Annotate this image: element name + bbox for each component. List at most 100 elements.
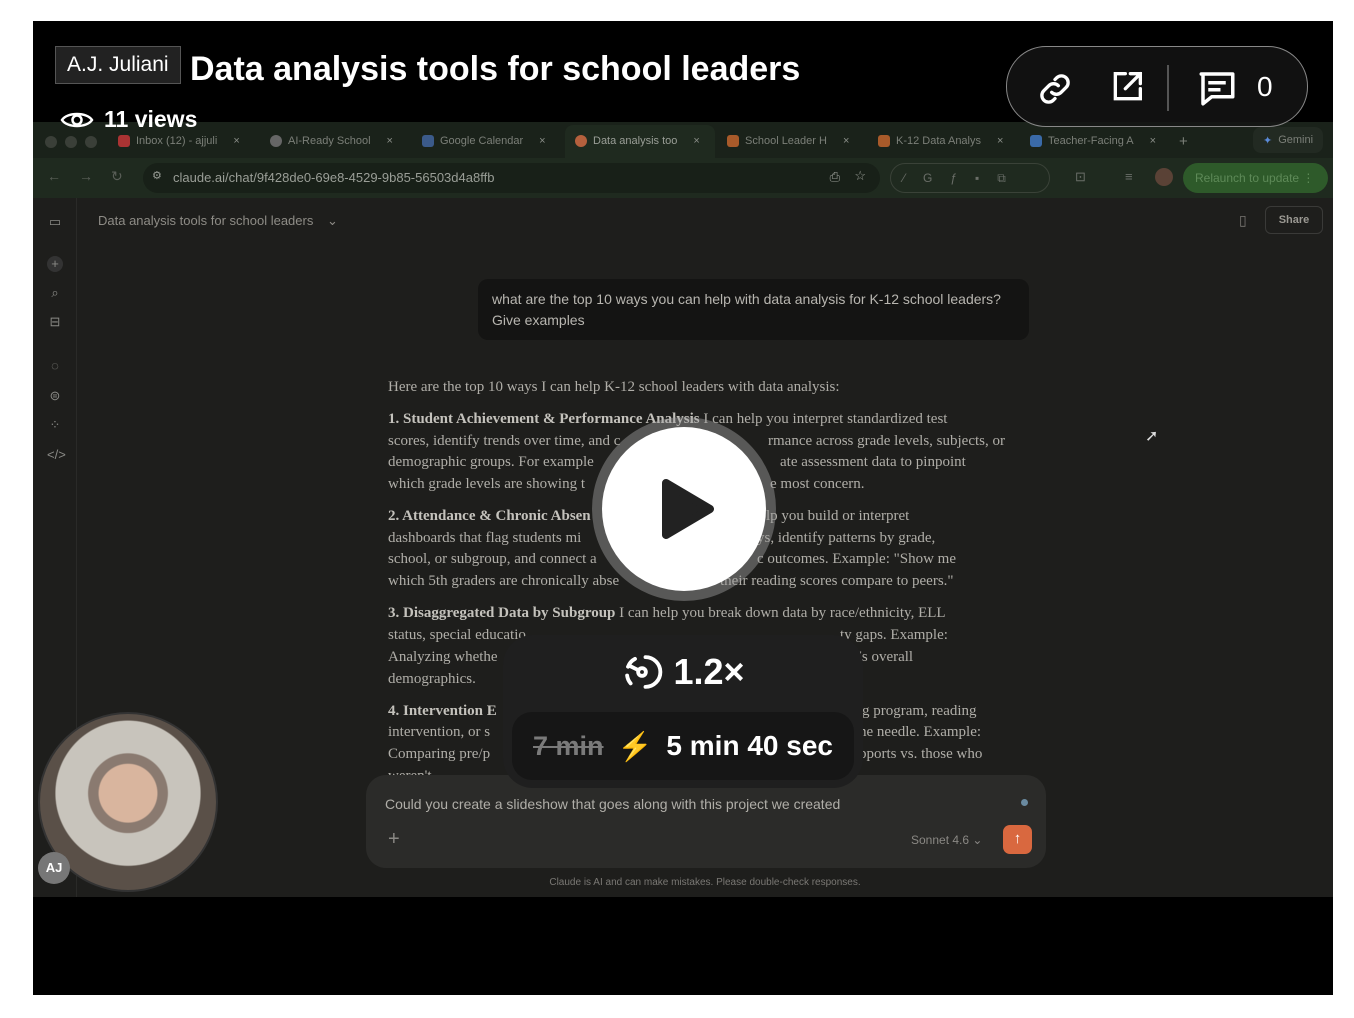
close-tab-icon[interactable]: ×	[387, 135, 393, 147]
response-text: I can help you interpret standardized te…	[699, 411, 948, 427]
response-line: 3. Disaggregated Data by Subgroup I can …	[388, 605, 946, 622]
message-input[interactable]: Could you create a slideshow that goes a…	[366, 775, 1046, 868]
response-text: pports vs. those who	[859, 746, 983, 762]
reading-mode-icon[interactable]: ⊡	[1075, 169, 1086, 185]
close-tab-icon[interactable]: ×	[1150, 135, 1156, 147]
reload-icon[interactable]: ↻	[111, 168, 123, 185]
relaunch-button[interactable]: Relaunch to update ⋮	[1183, 163, 1328, 193]
views-label: 11 views	[104, 106, 198, 132]
close-tab-icon[interactable]: ×	[693, 135, 699, 147]
response-line: Comparing pre/p	[388, 746, 490, 763]
response-text: ys, identify patterns by grade,	[757, 530, 936, 546]
user-avatar: AJ	[38, 852, 70, 884]
response-line: scores, identify trends over time, and c	[388, 433, 620, 450]
new-chat-icon[interactable]: +	[47, 256, 63, 272]
profile-avatar[interactable]	[1155, 168, 1173, 186]
tab-label: Google Calendar	[440, 135, 524, 147]
speed-row: 1.2×	[503, 651, 863, 693]
claude-icon	[575, 135, 587, 147]
sidebar-toggle-icon[interactable]: ▭	[47, 214, 63, 230]
response-text: scores, identify trends over time, and c	[388, 433, 621, 449]
video-actions: 0	[1006, 46, 1308, 127]
response-text: ate assessment data to pinpoint	[780, 454, 966, 470]
close-tab-icon[interactable]: ×	[843, 135, 849, 147]
response-line: 2. Attendance & Chronic Absen	[388, 508, 591, 525]
url-text: claude.ai/chat/9f428de0-69e8-4529-9b85-5…	[173, 170, 495, 185]
author-tag[interactable]: A.J. Juliani	[55, 46, 181, 84]
chat-title: Data analysis tools for school leaders	[98, 213, 314, 228]
play-button[interactable]	[602, 427, 766, 591]
response-line: Analyzing whethe	[388, 649, 498, 666]
adjusted-duration: 5 min 40 sec	[666, 730, 833, 761]
user-message: what are the top 10 ways you can help wi…	[478, 279, 1029, 340]
document-icon[interactable]: ▯	[1239, 212, 1247, 229]
share-button[interactable]: Share	[1265, 206, 1323, 234]
artifacts-icon[interactable]: ⊜	[47, 388, 63, 404]
response-text: e most concern.	[770, 476, 865, 492]
link-icon[interactable]	[1035, 69, 1075, 109]
response-line: which grade levels are showing t	[388, 476, 585, 493]
response-text: demographics.	[388, 671, 476, 687]
duration-row: 7 min ⚡ 5 min 40 sec	[512, 712, 854, 780]
tab-k12[interactable]: K-12 Data Analys ×	[878, 131, 1003, 151]
install-icon[interactable]: ⎙	[830, 169, 840, 185]
site-icon	[270, 135, 282, 147]
tab-gmail[interactable]: Inbox (12) - ajjuli ×	[118, 131, 240, 151]
forward-icon[interactable]: →	[79, 168, 93, 184]
response-line: which 5th graders are chronically abse	[388, 573, 619, 590]
tab-ai-ready[interactable]: AI-Ready School ×	[270, 131, 393, 151]
close-tab-icon[interactable]: ×	[233, 135, 239, 147]
star-icon[interactable]: ☆	[854, 168, 866, 184]
divider	[1167, 65, 1169, 111]
tab-calendar[interactable]: Google Calendar ×	[422, 131, 546, 151]
send-button[interactable]: ↑	[1003, 825, 1032, 854]
response-heading: 4. Intervention E	[388, 703, 497, 719]
response-line: dashboards that flag students mi	[388, 530, 581, 547]
comment-icon[interactable]	[1195, 67, 1239, 109]
response-text: demographic groups. For example	[388, 454, 594, 470]
response-text: school, or subgroup, and connect a	[388, 551, 597, 567]
url-field[interactable]: ⚙ claude.ai/chat/9f428de0-69e8-4529-9b85-…	[143, 163, 880, 193]
add-attachment-icon[interactable]: +	[388, 828, 400, 851]
back-icon[interactable]: ←	[47, 168, 61, 184]
tab-label: Data analysis too	[593, 135, 678, 147]
tab-label: K-12 Data Analys	[896, 135, 981, 147]
response-line: intervention, or s	[388, 724, 490, 741]
tab-label: AI-Ready School	[288, 135, 371, 147]
response-line: demographics.	[388, 671, 476, 688]
chat-title-menu[interactable]: Data analysis tools for school leaders ⌄	[98, 213, 338, 229]
tab-school-leader[interactable]: School Leader H ×	[727, 131, 849, 151]
response-line: 4. Intervention E	[388, 703, 497, 720]
projects-icon[interactable]: ⊟	[47, 314, 63, 330]
media-icon[interactable]: ≡	[1125, 169, 1133, 184]
playback-speed-card[interactable]: 1.2× 7 min ⚡ 5 min 40 sec	[503, 635, 863, 788]
tab-label: Inbox (12) - ajjuli	[136, 135, 218, 147]
response-text: ty gaps. Example:	[840, 627, 948, 643]
window-controls	[45, 136, 97, 148]
code-icon[interactable]: </>	[47, 447, 66, 463]
response-text: their reading scores compare to peers."	[720, 573, 954, 589]
response-text: Here are the top 10 ways I can help K-12…	[388, 379, 840, 395]
close-tab-icon[interactable]: ×	[997, 135, 1003, 147]
tab-teacher-facing[interactable]: Teacher-Facing A ×	[1030, 131, 1156, 151]
chevron-down-icon: ⌄	[326, 213, 338, 228]
apps-icon[interactable]: ⁘	[47, 417, 63, 433]
extensions-group[interactable]: ⁄Gƒ▪⧉	[890, 163, 1050, 193]
response-heading: 2. Attendance & Chronic Absen	[388, 508, 591, 524]
status-dot	[1021, 799, 1028, 806]
site-settings-icon[interactable]: ⚙	[152, 169, 162, 182]
new-tab-button[interactable]: +	[1179, 131, 1188, 151]
chats-icon[interactable]: ◌	[47, 358, 63, 374]
input-text: Could you create a slideshow that goes a…	[385, 796, 841, 812]
external-link-icon[interactable]	[1107, 67, 1147, 107]
response-text: c outcomes. Example: "Show me	[757, 551, 956, 567]
response-text: rmance across grade levels, subjects, or	[768, 433, 1005, 449]
gemini-button[interactable]: ✦ Gemini	[1253, 127, 1324, 153]
model-selector[interactable]: Sonnet 4.6 ⌄	[911, 833, 982, 847]
search-icon[interactable]: ⌕	[47, 285, 63, 301]
eye-icon	[60, 112, 94, 127]
tab-data-analysis[interactable]: Data analysis too ×	[575, 131, 700, 151]
response-text: he needle. Example:	[859, 724, 982, 740]
close-tab-icon[interactable]: ×	[539, 135, 545, 147]
model-label: Sonnet 4.6	[911, 833, 970, 847]
